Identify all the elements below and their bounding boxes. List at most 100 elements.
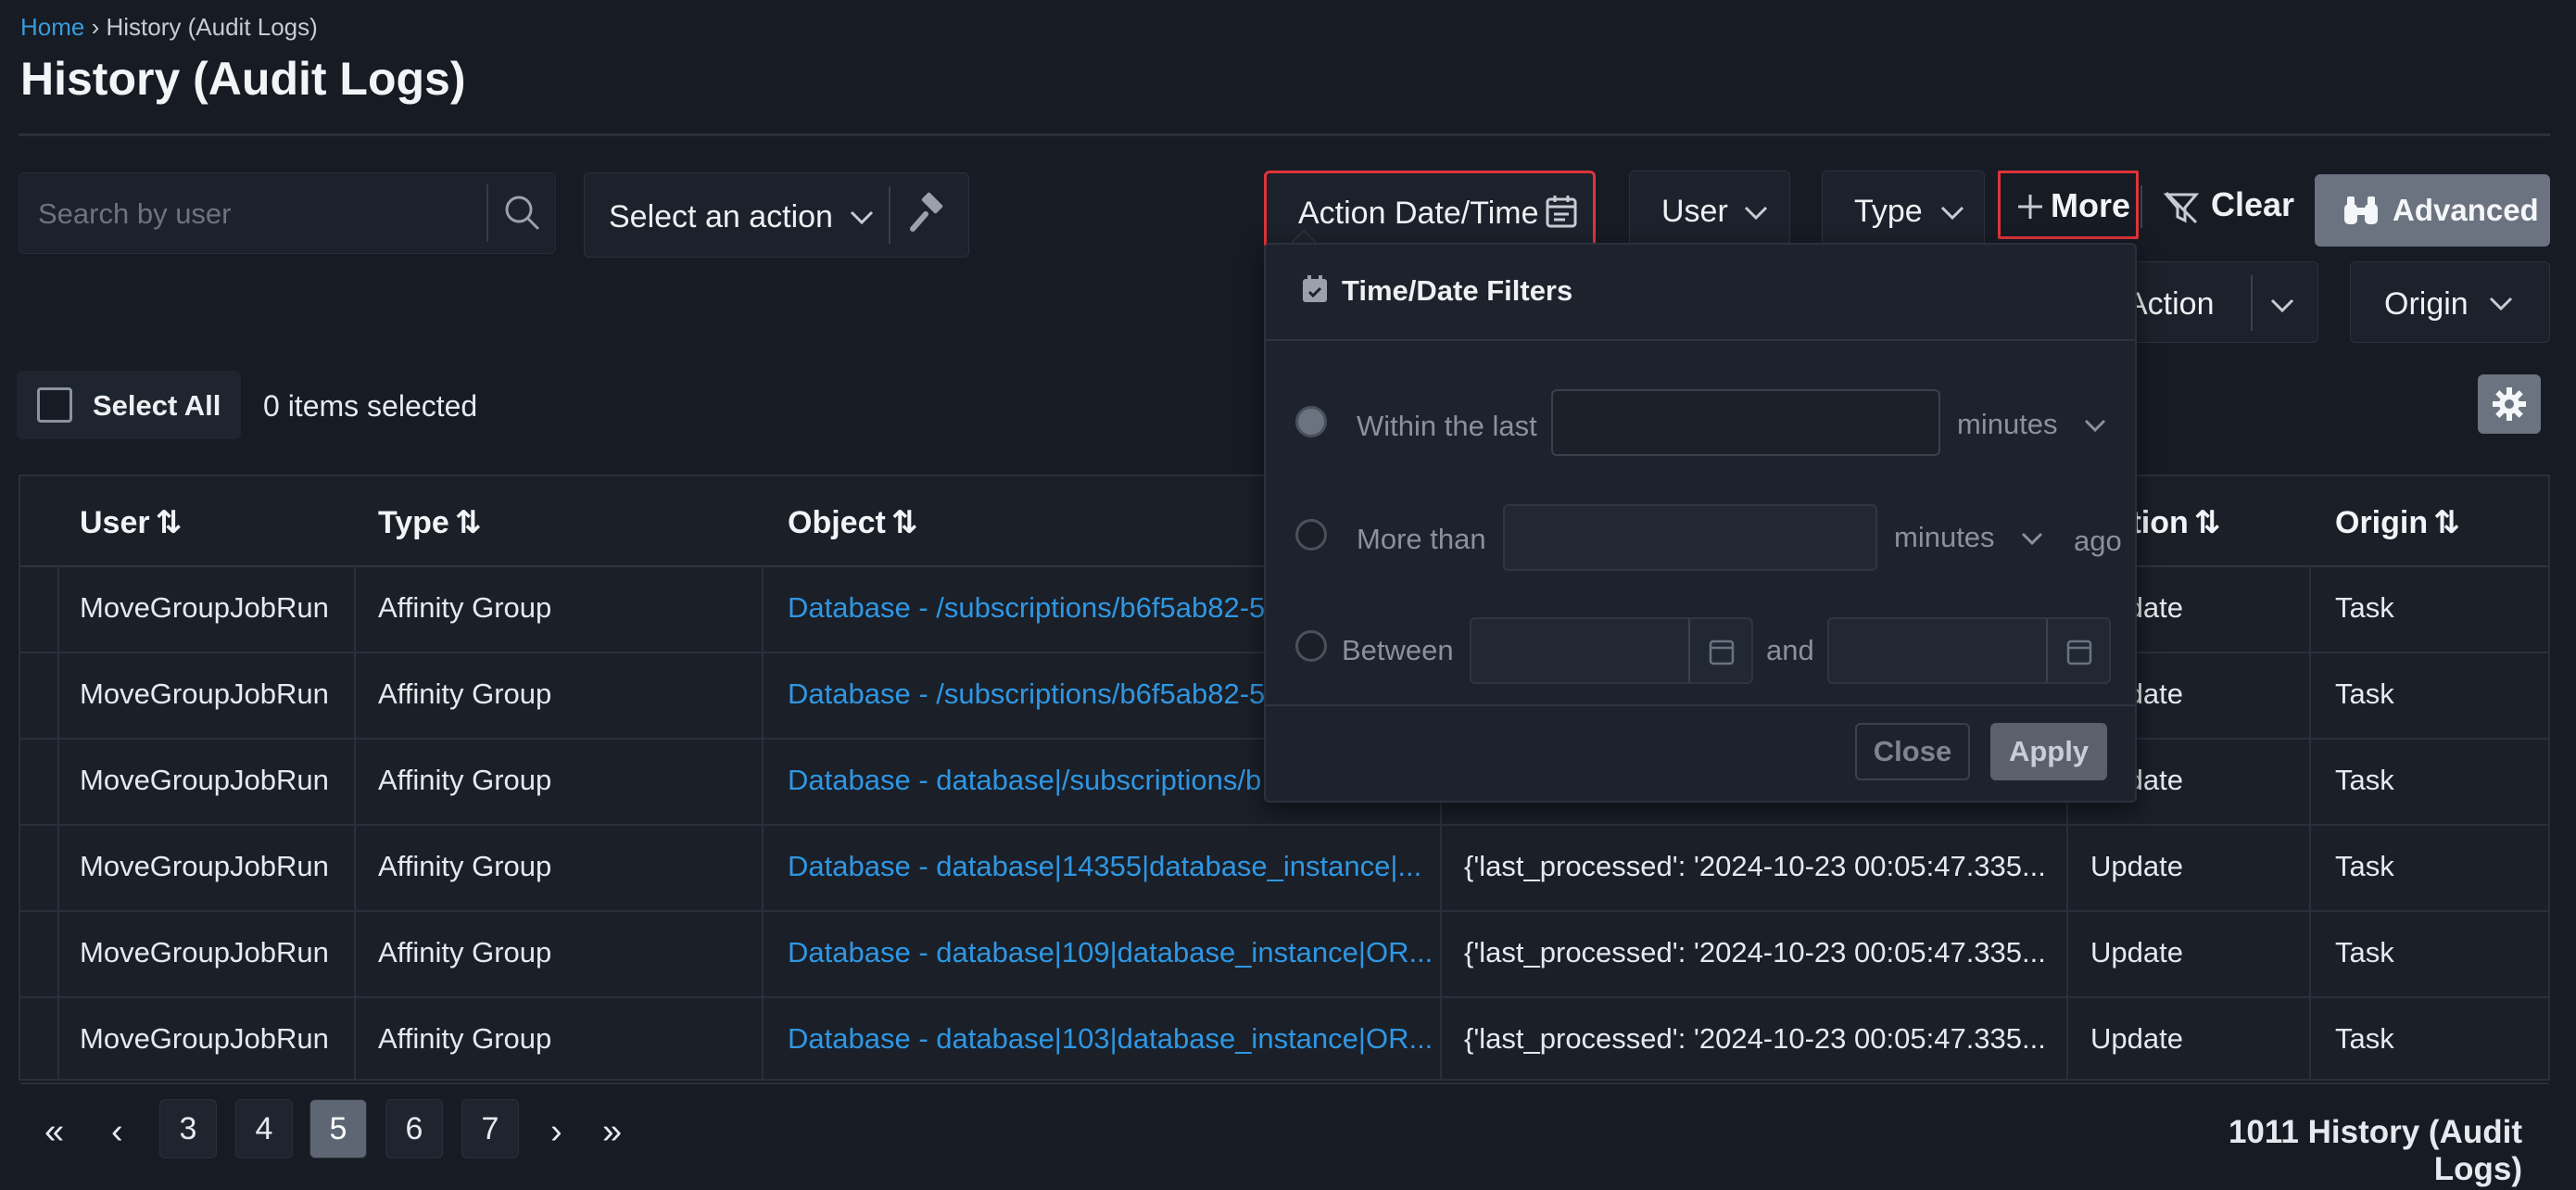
last-page-button[interactable]: » <box>602 1112 622 1152</box>
within-last-input[interactable] <box>1551 389 1940 456</box>
column-header-origin[interactable]: Origin ⇅ <box>2335 504 2460 541</box>
gavel-icon[interactable] <box>905 192 952 238</box>
type-filter-label: Type <box>1854 194 1923 229</box>
page-button[interactable]: 7 <box>461 1099 519 1158</box>
column-header-user-label: User <box>80 505 150 540</box>
sort-icon: ⇅ <box>155 505 183 540</box>
between-end-date-input[interactable] <box>1827 617 2111 684</box>
cell-origin: Task <box>2335 1022 2394 1055</box>
select-all-label: Select All <box>93 389 221 422</box>
search-icon[interactable] <box>501 192 542 233</box>
sort-icon: ⇅ <box>2433 505 2460 540</box>
advanced-search-label: Advanced <box>2393 193 2539 227</box>
previous-page-button[interactable]: ‹ <box>111 1112 123 1152</box>
select-all-control[interactable]: Select All <box>17 371 241 439</box>
action-select-label: Select an action <box>609 199 833 234</box>
column-header-object-label: Object <box>788 505 886 540</box>
action-select-divider <box>889 186 890 244</box>
chevron-down-icon[interactable] <box>2018 525 2046 552</box>
more-than-unit[interactable]: minutes <box>1894 521 1995 554</box>
cell-user: MoveGroupJobRun <box>80 591 329 624</box>
cell-user: MoveGroupJobRun <box>80 764 329 796</box>
search-input[interactable] <box>38 194 483 234</box>
calendar-icon <box>2066 639 2092 665</box>
breadcrumb-current: History (Audit Logs) <box>106 13 318 41</box>
chevron-down-icon <box>850 210 874 225</box>
cell-type: Affinity Group <box>378 1022 552 1055</box>
user-filter-button[interactable]: User <box>1629 171 1790 250</box>
start-date-picker[interactable] <box>1688 619 1751 682</box>
popover-header: Time/Date Filters <box>1266 245 2135 341</box>
more-than-radio[interactable] <box>1295 519 1327 551</box>
select-all-checkbox[interactable] <box>37 387 72 423</box>
table-row[interactable]: MoveGroupJobRun Affinity Group Database - … <box>20 826 2548 912</box>
column-header-object[interactable]: Object ⇅ <box>788 504 917 541</box>
table-row[interactable]: MoveGroupJobRun Affinity Group Database - … <box>20 912 2548 998</box>
more-than-input[interactable] <box>1503 504 1877 571</box>
between-radio[interactable] <box>1295 630 1327 662</box>
chevron-down-icon[interactable] <box>2081 411 2109 439</box>
cell-object-link[interactable]: Database - database|103|database_instanc… <box>788 1022 1436 1056</box>
sort-icon: ⇅ <box>454 505 482 540</box>
cell-user: MoveGroupJobRun <box>80 677 329 710</box>
cell-origin: Task <box>2335 936 2394 968</box>
gear-icon <box>2493 387 2526 421</box>
cell-details: {'last_processed': '2024-10-23 00:05:47.… <box>1464 936 2046 968</box>
action-filter-divider <box>2251 275 2253 331</box>
page-button[interactable]: 3 <box>159 1099 217 1158</box>
cell-origin: Task <box>2335 677 2394 710</box>
table-row[interactable]: MoveGroupJobRun Affinity Group Database - … <box>20 998 2548 1084</box>
breadcrumb-home-link[interactable]: Home <box>20 13 84 41</box>
total-records-count: 1011 History (Audit Logs) <box>2228 1114 2522 1187</box>
cell-action: Update <box>2090 1022 2183 1055</box>
cell-type: Affinity Group <box>378 764 552 796</box>
cell-type: Affinity Group <box>378 591 552 624</box>
table-settings-button[interactable] <box>2478 374 2541 434</box>
within-last-radio[interactable] <box>1295 406 1327 437</box>
next-page-button[interactable]: › <box>550 1112 562 1152</box>
more-than-label: More than <box>1357 523 1486 555</box>
search-divider <box>486 184 488 242</box>
first-page-button[interactable]: « <box>44 1112 64 1152</box>
user-filter-label: User <box>1661 194 1728 229</box>
toolbar-divider <box>2140 185 2142 228</box>
apply-button[interactable]: Apply <box>1990 723 2107 780</box>
ago-label: ago <box>2074 525 2122 557</box>
advanced-search-button[interactable]: Advanced <box>2315 174 2550 247</box>
more-filters-button[interactable]: More <box>1998 171 2139 239</box>
breadcrumb-separator: › <box>91 13 100 41</box>
chevron-down-icon[interactable] <box>2267 290 2297 320</box>
cell-type: Affinity Group <box>378 677 552 710</box>
and-label: and <box>1766 634 1814 666</box>
type-filter-button[interactable]: Type <box>1822 171 1985 250</box>
cell-user: MoveGroupJobRun <box>80 850 329 882</box>
cell-details: {'last_processed': '2024-10-23 00:05:47.… <box>1464 850 2046 882</box>
current-page-button[interactable]: 5 <box>309 1099 367 1158</box>
page-button[interactable]: 4 <box>235 1099 293 1158</box>
cell-object-link[interactable]: Database - database|109|database_instanc… <box>788 936 1436 969</box>
calendar-check-icon <box>1303 275 1327 302</box>
title-divider <box>19 133 2550 136</box>
between-start-date-input[interactable] <box>1470 617 1753 684</box>
cell-details: {'last_processed': '2024-10-23 00:05:47.… <box>1464 1022 2046 1055</box>
date-filter-popover: Time/Date Filters Within the last minute… <box>1264 243 2137 803</box>
origin-filter-button[interactable]: Origin <box>2350 261 2550 343</box>
date-time-filter-button[interactable]: Action Date/Time <box>1264 171 1596 250</box>
popover-footer-divider <box>1266 704 2135 706</box>
cell-action: Update <box>2090 850 2183 882</box>
more-filters-label: More <box>2051 186 2131 224</box>
page-button[interactable]: 6 <box>385 1099 443 1158</box>
cell-object-link[interactable]: Database - database|14355|database_insta… <box>788 850 1436 883</box>
items-selected-count: 0 items selected <box>263 389 478 423</box>
end-date-picker[interactable] <box>2046 619 2109 682</box>
close-button[interactable]: Close <box>1855 723 1970 780</box>
breadcrumb: Home › History (Audit Logs) <box>20 13 318 42</box>
action-select[interactable]: Select an action <box>584 172 969 258</box>
column-header-origin-label: Origin <box>2335 505 2429 540</box>
column-header-type[interactable]: Type ⇅ <box>378 504 481 541</box>
cell-origin: Task <box>2335 764 2394 796</box>
cell-type: Affinity Group <box>378 850 552 882</box>
cell-user: MoveGroupJobRun <box>80 936 329 968</box>
within-last-unit[interactable]: minutes <box>1957 408 2058 441</box>
column-header-user[interactable]: User ⇅ <box>80 504 182 541</box>
